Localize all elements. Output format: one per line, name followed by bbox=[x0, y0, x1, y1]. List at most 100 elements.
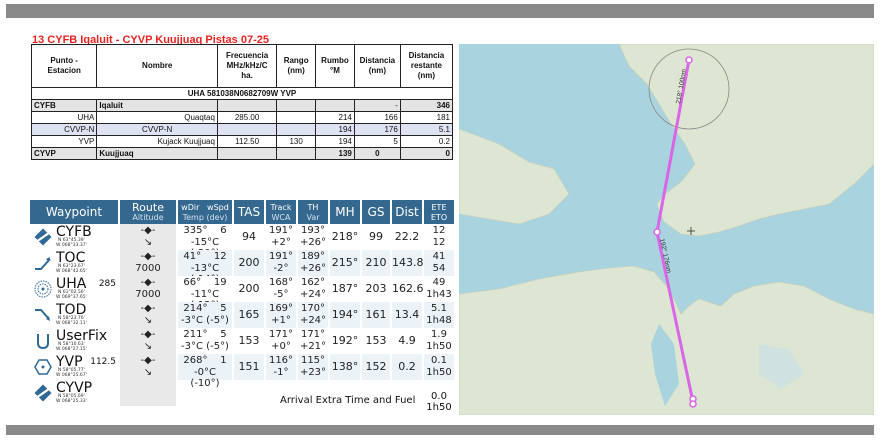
th-cell: 171° +21° bbox=[298, 328, 328, 354]
coord-lon: W 068°33.37' bbox=[56, 243, 87, 248]
col-header: Punto - Estacion bbox=[30, 44, 98, 88]
track-value: 191° bbox=[268, 225, 294, 236]
mh-value: 218° bbox=[330, 224, 360, 250]
waypoint-cell[interactable]: TOC N 63°23.67' W 068°42.65' bbox=[30, 250, 118, 276]
table-row[interactable]: CYVP Kuujjuaq 139 0 0 bbox=[30, 147, 454, 160]
cell-point: UHA bbox=[30, 111, 98, 124]
ete-cell: 1.9 1h50 bbox=[424, 328, 454, 354]
waypoint-cell[interactable]: CYVP N 58°05.69' W 068°25.33' bbox=[30, 380, 118, 406]
cell-freq: 285.00 bbox=[216, 111, 278, 124]
waypoint-cyfb-marker[interactable] bbox=[685, 56, 693, 64]
header-var-label: Var bbox=[306, 213, 320, 222]
ete-value: 41 bbox=[432, 251, 446, 262]
route-altitude-cell: 7000 bbox=[120, 289, 176, 300]
track-value: 168° bbox=[268, 277, 294, 288]
header-wind-top: wDir wSpd bbox=[178, 203, 232, 212]
track-cell: 116° -1° bbox=[266, 354, 296, 380]
altitude-value: 7000 bbox=[135, 289, 161, 300]
cell-freq bbox=[216, 147, 278, 160]
cell-name: CVVP-N bbox=[96, 123, 218, 136]
waypoint-cell[interactable]: UHA 285 N 61°02.56' W 069°37.65' bbox=[30, 276, 118, 302]
cell-heading: 139 bbox=[315, 147, 355, 160]
header-route: Route Altitude bbox=[120, 200, 176, 224]
table-row[interactable]: YVP Kujack Kuujjuaq 112.50 130 194 5 0.2 bbox=[30, 135, 454, 148]
tas-value: 200 bbox=[234, 276, 264, 302]
wdir-value: 268° bbox=[183, 355, 208, 366]
cell-remaining: 0 bbox=[399, 147, 454, 160]
cell-range bbox=[276, 99, 317, 112]
arrival-extra-time: 0.0 bbox=[431, 391, 447, 402]
header-temp: Temp (dev) bbox=[182, 213, 228, 222]
waypoint-cell[interactable]: YVP 112.5 N 58°05.77' W 068°25.67' bbox=[30, 354, 118, 380]
cell-remaining: 346 bbox=[399, 99, 454, 112]
bottom-bar bbox=[6, 425, 874, 435]
var-value: +26° bbox=[299, 263, 327, 274]
log-row[interactable]: YVP 112.5 N 58°05.77' W 068°25.67' -◆- ↘ 268° … bbox=[30, 354, 454, 389]
descent-icon bbox=[33, 305, 53, 325]
log-row[interactable]: TOD N 58°23.76' W 068°32.11' -◆- ↘ 214° 5 -3°C… bbox=[30, 302, 454, 328]
wind-values: 214° 5 bbox=[178, 303, 232, 314]
table-row[interactable]: CYFB Iqaluit - 346 bbox=[30, 99, 454, 112]
table-row[interactable]: CVVP-N CVVP-N 194 176 5.1 bbox=[30, 123, 454, 136]
cell-name: Iqaluit bbox=[96, 99, 218, 112]
route-map[interactable]: 218° 100nm 192° 176nm bbox=[459, 44, 874, 415]
tas-value: 94 bbox=[234, 224, 264, 250]
header-mh: MH bbox=[330, 200, 360, 224]
mh-value: 194° bbox=[330, 302, 360, 328]
header-wspd: wSpd bbox=[207, 203, 229, 212]
cell-point: CYVP bbox=[30, 147, 98, 160]
route-arrow-icon: ↘ bbox=[143, 237, 153, 248]
wdir-value: 214° bbox=[183, 303, 208, 314]
header-ete: ETE ETO bbox=[424, 200, 454, 224]
route-summary-table: Punto - Estacion Nombre Frecuencia MHz/k… bbox=[30, 44, 454, 160]
header-track-label: Track bbox=[270, 203, 292, 212]
route-cell: -◆- ↘ bbox=[120, 354, 176, 380]
wind-values: 66° 19 bbox=[178, 277, 232, 288]
route-string: UHA 581038N0682709W YVP bbox=[31, 87, 453, 100]
eto-value: 1h48 bbox=[426, 315, 452, 326]
waypoint-uha-marker[interactable] bbox=[653, 228, 661, 236]
waypoint-cell[interactable]: TOD N 58°23.76' W 068°32.11' bbox=[30, 302, 118, 328]
log-row[interactable]: CYFB N 63°45.39' W 068°33.37' -◆- ↘ 335° 6 -15… bbox=[30, 224, 454, 259]
dist-value: 22.2 bbox=[392, 224, 422, 250]
log-row[interactable]: UHA 285 N 61°02.56' W 069°37.65' -◆- 7000 66° … bbox=[30, 276, 454, 311]
dist-value: 143.8 bbox=[392, 250, 424, 276]
waypoint-cell[interactable]: UserFix N 58°10.63' W 068°27.15' bbox=[30, 328, 118, 354]
wca-value: +0° bbox=[271, 341, 291, 352]
wind-values: 211° 5 bbox=[178, 329, 232, 340]
wind-cell: 41° 12-13°C (-14°) bbox=[178, 250, 232, 285]
eto-value: 1h50 bbox=[426, 341, 452, 352]
waypoint-cyvp-marker[interactable] bbox=[689, 400, 697, 408]
waypoint-cell[interactable]: CYFB N 63°45.39' W 068°33.37' bbox=[30, 224, 118, 250]
wspd-value: 6 bbox=[220, 225, 227, 236]
waypoint-coords: N 58°10.63' W 068°27.15' bbox=[56, 342, 87, 352]
route-symbol: -◆- bbox=[140, 355, 156, 366]
header-wdir: wDir bbox=[181, 203, 200, 212]
wspd-value: 5 bbox=[220, 329, 227, 340]
temp-value: -3°C (-5°) bbox=[181, 341, 229, 352]
altitude-value: 7000 bbox=[135, 263, 161, 274]
coord-lon: W 069°37.65' bbox=[56, 295, 87, 300]
track-value: 116° bbox=[268, 355, 294, 366]
cell-name: Quaqtaq bbox=[96, 111, 218, 124]
temp-value: -3°C (-5°) bbox=[181, 315, 229, 326]
coord-lon: W 068°25.67' bbox=[56, 373, 87, 378]
col-header: Distancia restante (nm) bbox=[399, 44, 454, 88]
header-waypoint: Waypoint bbox=[30, 200, 118, 224]
th-cell: 115° +23° bbox=[298, 354, 328, 380]
log-row[interactable]: TOC N 63°23.67' W 068°42.65' -◆- 7000 41° 12-… bbox=[30, 250, 454, 285]
cell-point: YVP bbox=[30, 135, 98, 148]
map-canvas[interactable]: 218° 100nm 192° 176nm bbox=[459, 44, 874, 415]
table-row[interactable]: UHA Quaqtaq 285.00 214 166 181 bbox=[30, 111, 454, 124]
waypoint-coords: N 63°45.39' W 068°33.37' bbox=[56, 238, 87, 248]
header-gs: GS bbox=[362, 200, 390, 224]
th-cell: 162° +24° bbox=[298, 276, 328, 302]
cell-heading: 194 bbox=[315, 135, 355, 148]
route-altitude-cell: ↘ bbox=[120, 341, 176, 352]
coord-lon: W 068°42.65' bbox=[56, 269, 87, 274]
log-row[interactable]: UserFix N 58°10.63' W 068°27.15' -◆- ↘ 211° 5… bbox=[30, 328, 454, 354]
th-cell: 189° +26° bbox=[298, 250, 328, 276]
arrival-total-time: 1h50 bbox=[426, 402, 452, 413]
track-cell: 171° +0° bbox=[266, 328, 296, 354]
ete-cell: 41 54 bbox=[424, 250, 454, 276]
